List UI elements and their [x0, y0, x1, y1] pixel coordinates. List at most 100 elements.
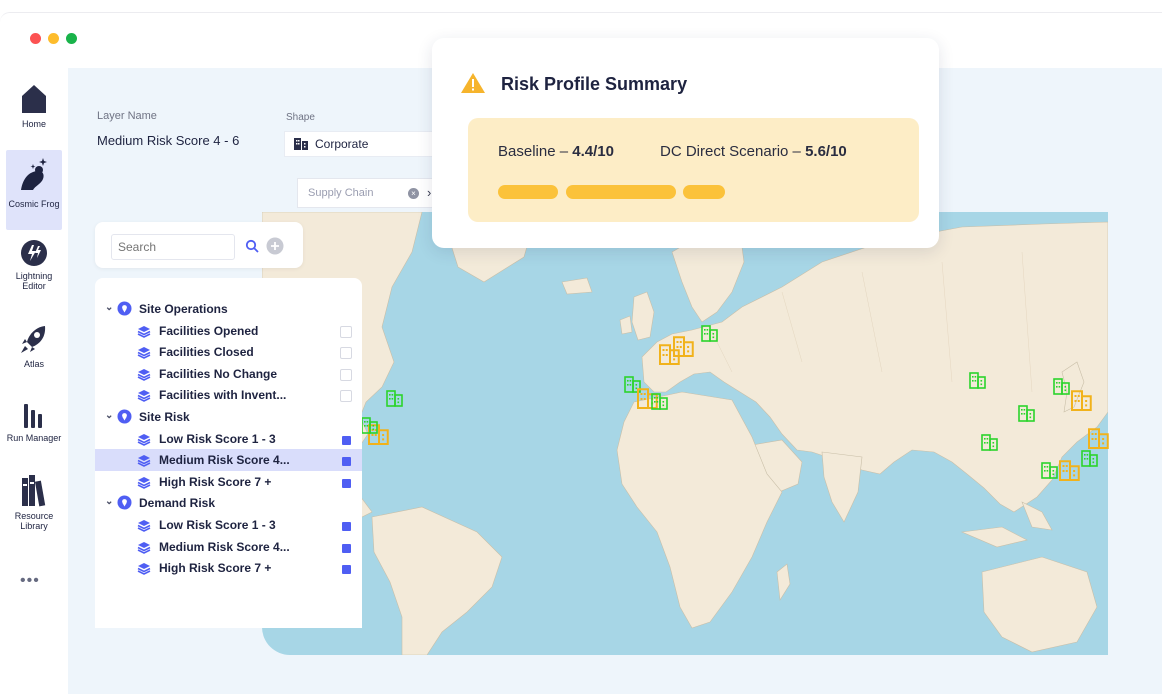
layer-item-label: High Risk Score 7 +: [159, 561, 272, 576]
layers-icon: [137, 433, 151, 446]
sidebar-item-run-manager[interactable]: Run Manager: [6, 400, 62, 462]
layer-visibility-checkbox[interactable]: [342, 565, 351, 575]
layer-visibility-checkbox[interactable]: [342, 478, 351, 488]
layer-visibility-checkbox[interactable]: [340, 390, 352, 403]
layer-visibility-checkbox[interactable]: [342, 435, 351, 445]
world-map[interactable]: [262, 212, 1108, 655]
sidebar-item-resource-library[interactable]: Resource Library: [6, 472, 62, 542]
layers-icon: [137, 455, 151, 468]
risk-bar-segment: [498, 185, 558, 199]
rocket-icon: [21, 326, 46, 353]
sidebar-nav: Home Cosmic Frog Lightning Editor Atlas: [0, 68, 68, 694]
add-icon[interactable]: [266, 237, 284, 255]
layer-item-row[interactable]: Low Risk Score 1 - 3: [95, 428, 362, 450]
shape-label: Shape: [286, 112, 315, 123]
risk-summary-card: Baseline – 4.4/10 DC Direct Scenario – 5…: [468, 118, 919, 222]
minimize-window-button[interactable]: [48, 33, 59, 44]
sidebar-item-home[interactable]: Home: [6, 82, 62, 144]
layer-item-row[interactable]: High Risk Score 7 +: [95, 557, 362, 579]
sidebar-item-lightning-editor[interactable]: Lightning Editor: [6, 238, 62, 300]
layer-group-label: Demand Risk: [139, 496, 216, 511]
location-pin-icon: [117, 409, 132, 424]
risk-bar-segment: [683, 185, 725, 199]
layers-icon: [137, 368, 151, 381]
layer-item-label: High Risk Score 7 +: [159, 474, 272, 489]
map-canvas: [262, 212, 1108, 655]
layer-group-label: Site Operations: [139, 302, 228, 316]
layers-icon: [137, 563, 151, 576]
sidebar-item-label: Lightning Editor: [15, 271, 53, 291]
filter-chip-label: Supply Chain: [308, 187, 374, 199]
sidebar-item-label: Home: [21, 119, 46, 129]
sidebar-item-label: Resource Library: [14, 511, 54, 531]
layer-item-row[interactable]: Facilities with Invent...: [95, 384, 362, 406]
layers-icon: [137, 347, 151, 360]
layer-item-label: Low Risk Score 1 - 3: [159, 431, 276, 446]
home-icon: [22, 85, 46, 113]
layer-item-label: Medium Risk Score 4...: [159, 453, 290, 468]
books-icon: [22, 475, 46, 507]
chevron-down-icon[interactable]: ⌄: [105, 496, 113, 507]
layer-visibility-checkbox[interactable]: [340, 347, 352, 360]
maximize-window-button[interactable]: [66, 33, 77, 44]
layer-visibility-checkbox[interactable]: [340, 368, 352, 381]
warning-icon: [461, 73, 485, 93]
layer-item-label: Facilities No Change: [159, 366, 278, 381]
search-input[interactable]: [111, 234, 235, 260]
layer-name-label: Layer Name: [97, 110, 157, 122]
layers-icon: [137, 520, 151, 532]
layer-item-row[interactable]: Low Risk Score 1 - 3: [95, 514, 362, 536]
layer-item-row[interactable]: Medium Risk Score 4...: [95, 536, 362, 558]
chevron-down-icon[interactable]: ⌄: [105, 410, 113, 421]
shape-select[interactable]: Corporate: [284, 131, 434, 157]
layer-name-value[interactable]: Medium Risk Score 4 - 6: [97, 133, 239, 148]
sidebar-item-atlas[interactable]: Atlas: [6, 322, 62, 378]
layer-visibility-checkbox[interactable]: [340, 325, 352, 338]
sidebar-item-cosmic-frog[interactable]: Cosmic Frog: [6, 150, 62, 230]
risk-profile-popup: Risk Profile Summary Baseline – 4.4/10 D…: [432, 38, 939, 248]
close-window-button[interactable]: [30, 33, 41, 44]
scenario-summary: DC Direct Scenario – 5.6/10: [660, 143, 847, 160]
sidebar-item-label: Cosmic Frog: [8, 199, 60, 209]
cosmic-frog-icon: [21, 158, 47, 190]
layer-group-row[interactable]: ⌄ Site Operations: [95, 298, 362, 320]
layer-group-row[interactable]: ⌄ Demand Risk: [95, 492, 362, 514]
building-icon: [294, 138, 308, 150]
baseline-value: 4.4/10: [572, 143, 614, 160]
popup-title: Risk Profile Summary: [501, 74, 688, 94]
remove-chip-icon[interactable]: ×: [408, 188, 419, 199]
location-pin-icon: [117, 301, 132, 316]
layer-item-label: Facilities Opened: [159, 323, 259, 338]
chevron-down-icon[interactable]: ⌄: [105, 302, 113, 313]
search-panel: [95, 222, 303, 268]
layer-visibility-checkbox[interactable]: [342, 522, 351, 531]
filter-chip[interactable]: Supply Chain × ›: [297, 178, 437, 208]
layer-item-row[interactable]: Facilities Opened: [95, 320, 362, 342]
layer-visibility-checkbox[interactable]: [342, 457, 351, 467]
layer-item-row[interactable]: Medium Risk Score 4...: [95, 449, 362, 472]
layer-item-label: Low Risk Score 1 - 3: [159, 518, 276, 532]
layers-icon: [137, 390, 151, 403]
location-pin-icon: [117, 495, 132, 510]
scenario-label: DC Direct Scenario –: [660, 143, 801, 160]
layers-icon: [137, 541, 151, 554]
layer-item-label: Facilities with Invent...: [159, 388, 287, 403]
baseline-summary: Baseline – 4.4/10: [498, 143, 614, 160]
layers-icon: [137, 325, 151, 338]
window-controls: [30, 33, 77, 44]
layer-item-row[interactable]: Facilities Closed: [95, 341, 362, 363]
layers-icon: [137, 476, 151, 489]
more-options-button[interactable]: •••: [20, 572, 40, 590]
layer-item-row[interactable]: High Risk Score 7 +: [95, 471, 362, 493]
scenario-value: 5.6/10: [805, 143, 847, 160]
chevron-right-icon[interactable]: ›: [427, 185, 431, 200]
layer-item-row[interactable]: Facilities No Change: [95, 363, 362, 385]
search-icon[interactable]: [245, 239, 259, 253]
baseline-label: Baseline –: [498, 143, 569, 160]
layer-item-label: Medium Risk Score 4...: [159, 539, 290, 554]
layer-visibility-checkbox[interactable]: [342, 543, 351, 553]
layer-group-row[interactable]: ⌄ Site Risk: [95, 406, 362, 428]
layer-group-label: Site Risk: [139, 410, 190, 424]
layer-tree-panel: ⌄ Site Operations Facilities Opened Facilit…: [95, 278, 362, 628]
sidebar-item-label: Atlas: [23, 359, 44, 369]
